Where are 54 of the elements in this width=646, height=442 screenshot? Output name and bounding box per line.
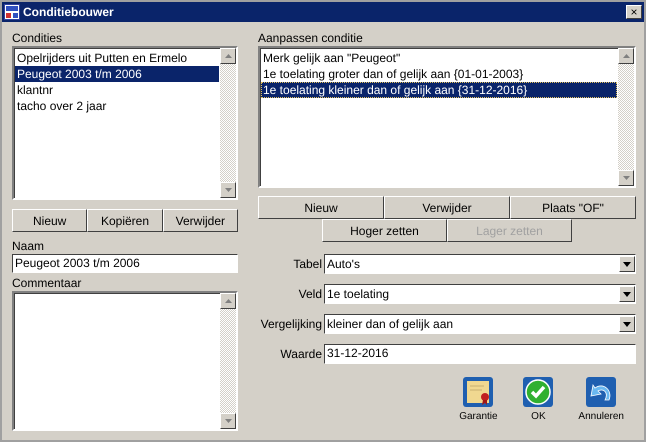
down-arrow-icon — [224, 188, 232, 192]
close-button[interactable]: × — [626, 5, 642, 19]
list-item[interactable]: Opelrijders uit Putten en Ermelo — [15, 50, 219, 66]
action-button[interactable]: Verwijder — [162, 209, 238, 232]
list-item[interactable]: tacho over 2 jaar — [15, 98, 219, 114]
dropdown-arrow-icon — [623, 322, 631, 326]
toolbar-button[interactable]: Annuleren — [578, 376, 624, 422]
certificate-icon — [462, 376, 494, 408]
list-item[interactable]: 1e toelating groter dan of gelijk aan {01-01-2003} — [261, 66, 617, 82]
section-label: Aanpassen conditie — [258, 30, 364, 46]
action-button[interactable]: Nieuw — [12, 209, 88, 232]
comment-field[interactable] — [12, 291, 238, 431]
down-arrow-icon — [622, 176, 630, 180]
name-field[interactable]: Peugeot 2003 t/m 2006 — [12, 254, 238, 273]
field-label: Commentaar — [12, 275, 82, 291]
dropdown-arrow-icon — [623, 292, 631, 296]
window-title: Conditiebouwer — [23, 5, 115, 19]
dropdown-arrow-icon — [623, 262, 631, 266]
up-arrow-icon — [224, 299, 232, 303]
toolbar-button[interactable]: Garantie — [458, 376, 498, 422]
scroll-down-button[interactable] — [618, 170, 634, 186]
action-button[interactable]: Verwijder — [384, 196, 510, 219]
field-label: Tabel — [292, 257, 322, 271]
scroll-down-button[interactable] — [220, 413, 236, 429]
dropdown[interactable]: 1e toelating — [324, 284, 636, 304]
action-button[interactable]: Kopiëren — [87, 209, 163, 232]
checkmark-icon — [522, 376, 554, 408]
scrollbar[interactable] — [220, 48, 236, 198]
dropdown[interactable]: kleiner dan of gelijk aan — [324, 314, 636, 334]
action-button[interactable]: Plaats "OF" — [510, 196, 636, 219]
up-arrow-icon — [622, 54, 630, 58]
toolbar-button[interactable]: OK — [518, 376, 558, 422]
list-item[interactable]: Merk gelijk aan "Peugeot" — [261, 50, 617, 66]
undo-icon — [585, 376, 618, 408]
scroll-up-button[interactable] — [220, 48, 236, 64]
scroll-up-button[interactable] — [220, 293, 236, 309]
scroll-up-button[interactable] — [618, 48, 634, 64]
app-icon — [4, 4, 20, 20]
field-label: Veld — [298, 287, 322, 301]
list-item[interactable]: klantnr — [15, 82, 219, 98]
dropdown[interactable]: Auto's — [324, 254, 636, 274]
move-button[interactable]: Hoger zetten — [322, 219, 447, 242]
section-label: Condities — [12, 30, 64, 46]
value-field[interactable]: 31-12-2016 — [324, 344, 636, 364]
up-arrow-icon — [224, 54, 232, 58]
down-arrow-icon — [224, 419, 232, 423]
list-item[interactable]: Peugeot 2003 t/m 2006 — [15, 66, 219, 82]
field-label: Naam — [12, 238, 46, 254]
scroll-down-button[interactable] — [220, 182, 236, 198]
field-label: Waarde — [279, 347, 322, 361]
scrollbar[interactable] — [618, 48, 634, 186]
field-label: Vergelijking — [260, 317, 322, 331]
action-button[interactable]: Nieuw — [258, 196, 384, 219]
list-item[interactable]: 1e toelating kleiner dan of gelijk aan {31-12-2016} — [261, 82, 617, 98]
